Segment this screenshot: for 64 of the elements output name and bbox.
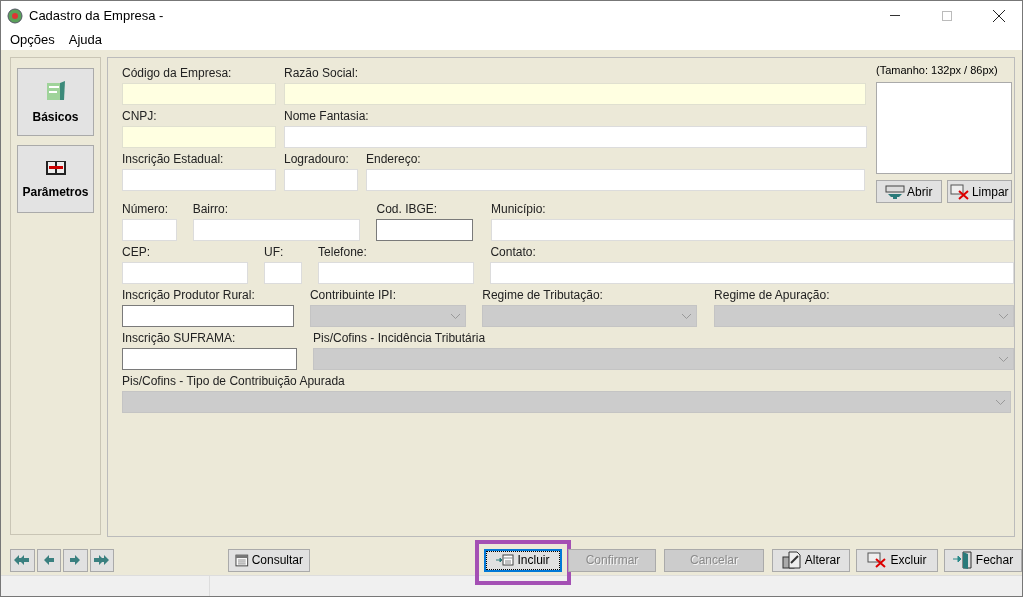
dropdown[interactable] — [122, 391, 1011, 413]
delete-icon — [949, 183, 970, 200]
field-label: Contato: — [490, 246, 537, 259]
navigation-button[interactable] — [63, 548, 88, 572]
book-icon — [44, 159, 67, 177]
field-label: Código da Empresa: — [122, 67, 233, 80]
window-title: Cadastro da Empresa - — [29, 8, 164, 23]
text-field[interactable] — [376, 219, 474, 241]
field-label: Pis/Cofins - Tipo de Contribuição Apurada — [122, 375, 346, 388]
field-label: Inscrição Produtor Rural: — [122, 289, 256, 302]
scanner-icon — [885, 183, 906, 200]
dropdown[interactable] — [714, 305, 1014, 327]
image-button[interactable]: Limpar — [946, 180, 1012, 203]
field-label: Logradouro: — [284, 153, 350, 166]
exit-door-icon — [952, 551, 973, 569]
field-label: Município: — [491, 203, 547, 216]
field-label: Bairro: — [192, 203, 229, 216]
action-button[interactable]: Fechar — [944, 548, 1022, 572]
add-record-icon — [496, 554, 515, 566]
field-label: Pis/Cofins - Incidência Tributária — [313, 332, 487, 345]
chevron-down-icon — [682, 313, 692, 319]
navigation-button[interactable] — [36, 548, 61, 572]
field-label: Contribuinte IPI: — [309, 289, 397, 302]
sidebar-button[interactable]: Parâmetros — [17, 145, 94, 213]
double-left-arrow-icon — [14, 555, 31, 565]
dropdown[interactable] — [482, 305, 698, 327]
image-button[interactable]: Abrir — [876, 180, 942, 203]
field-label: UF: — [264, 246, 285, 259]
dropdown[interactable] — [309, 305, 467, 327]
chevron-down-icon — [999, 356, 1008, 362]
field-label: Inscrição Estadual: — [122, 153, 225, 166]
action-button[interactable]: Excluir — [856, 548, 938, 572]
chevron-down-icon — [451, 313, 461, 319]
field-label: CEP: — [122, 246, 151, 259]
action-button[interactable]: Incluir — [484, 548, 562, 572]
field-label: Regime de Tributação: — [482, 289, 604, 302]
dropdown[interactable] — [313, 348, 1014, 370]
image-size-caption: (Tamanho: 132px / 86px) — [876, 64, 999, 76]
chevron-down-icon — [996, 399, 1005, 405]
navigation-button[interactable] — [89, 548, 114, 572]
field-label: Inscrição SUFRAMA: — [122, 332, 237, 345]
text-field[interactable] — [122, 348, 297, 370]
menu-item[interactable]: Ajuda — [68, 31, 103, 47]
menu-item[interactable]: Opções — [10, 31, 55, 47]
app-logo-icon — [7, 7, 23, 24]
field-label: Número: — [122, 203, 169, 216]
action-button[interactable]: Alterar — [772, 548, 850, 572]
document-icon — [44, 80, 67, 102]
calendar-icon — [235, 553, 249, 567]
chevron-down-icon — [999, 313, 1008, 319]
navigation-button[interactable] — [10, 548, 35, 572]
field-label: Nome Fantasia: — [284, 110, 370, 123]
sidebar-button[interactable]: Básicos — [17, 68, 94, 136]
field-label: Telefone: — [318, 246, 368, 259]
field-label: Razão Social: — [284, 67, 360, 80]
action-button[interactable]: Consultar — [228, 548, 310, 572]
edit-document-icon — [781, 551, 802, 569]
field-label: CNPJ: — [122, 110, 158, 123]
delete-icon — [867, 552, 888, 568]
field-label: Cod. IBGE: — [376, 203, 439, 216]
field-label: Regime de Apuração: — [714, 289, 831, 302]
double-right-arrow-icon — [93, 555, 110, 565]
field-label: Endereço: — [366, 153, 422, 166]
text-field[interactable] — [122, 305, 294, 327]
